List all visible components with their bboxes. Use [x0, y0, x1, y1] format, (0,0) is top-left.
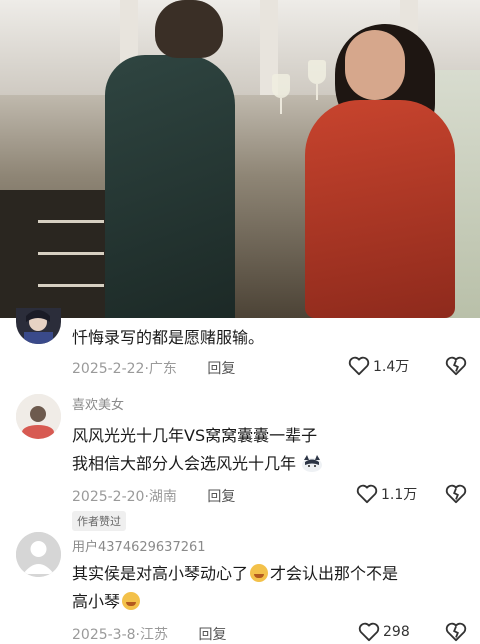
- comment-region: 江苏: [140, 627, 168, 643]
- avatar[interactable]: [16, 394, 61, 439]
- comment-text: 高小琴: [72, 592, 121, 611]
- woman-head: [345, 30, 405, 100]
- comment-text: 其实侯是对高小琴动心了: [72, 564, 249, 583]
- comment-date: 2025-2-20: [72, 489, 145, 505]
- wine-glass: [272, 74, 290, 98]
- laughing-crying-emoji-icon: [122, 592, 141, 610]
- reply-button[interactable]: 回复: [198, 627, 226, 643]
- comment-text-line: 风风光光十几年VS窝窝囊囊一辈子: [72, 426, 318, 445]
- like-button[interactable]: 298: [358, 622, 410, 642]
- broken-heart-icon[interactable]: [445, 622, 467, 642]
- comment-date: 2025-3-8: [72, 627, 136, 643]
- like-count: 1.4万: [373, 359, 410, 375]
- author-liked-badge: 作者赞过: [72, 511, 126, 531]
- comment-text-line: 高小琴: [72, 590, 472, 614]
- glass-stem: [316, 84, 318, 100]
- comment-text: 忏悔录写的都是愿赌服输。: [72, 328, 265, 347]
- reply-button[interactable]: 回复: [207, 489, 235, 505]
- comment-text-line: 我相信大部分人会选风光十几年: [72, 452, 472, 476]
- username[interactable]: 用户4374629637261: [72, 536, 206, 555]
- reply-button[interactable]: 回复: [207, 361, 235, 377]
- comment-meta: 2025-2-22·广东 回复: [72, 358, 235, 378]
- username[interactable]: 喜欢美女: [72, 394, 124, 413]
- woman-figure: [305, 100, 455, 318]
- like-button[interactable]: 1.4万: [348, 356, 409, 376]
- wine-glass: [308, 60, 326, 84]
- man-head: [155, 0, 223, 58]
- broken-heart-icon[interactable]: [445, 356, 467, 376]
- laughing-crying-emoji-icon: [250, 564, 269, 582]
- comment-region: 广东: [148, 361, 177, 377]
- avatar[interactable]: [16, 308, 61, 344]
- bookshelf: [0, 190, 110, 318]
- like-button[interactable]: 1.1万: [356, 484, 417, 504]
- dog-emoji-icon: [302, 455, 323, 472]
- heart-outline-icon: [348, 356, 370, 376]
- broken-heart-icon[interactable]: [445, 484, 467, 504]
- like-count: 1.1万: [381, 487, 418, 503]
- comment-region: 湖南: [148, 489, 177, 505]
- heart-outline-icon: [358, 622, 380, 642]
- comment-text-line: 其实侯是对高小琴动心了 才会认出那个不是: [72, 562, 472, 586]
- comment-text: 我相信大部分人会选风光十几年: [72, 454, 297, 473]
- like-count: 298: [383, 624, 410, 640]
- heart-outline-icon: [356, 484, 378, 504]
- glass-stem: [280, 98, 282, 114]
- comment-date: 2025-2-22: [72, 361, 145, 377]
- comment-meta: 2025-3-8·江苏 回复: [72, 624, 226, 644]
- video-frame[interactable]: [0, 0, 480, 318]
- man-figure: [105, 55, 235, 318]
- comment-text: 才会认出那个不是: [270, 564, 399, 583]
- avatar[interactable]: [16, 532, 61, 577]
- comment-meta: 2025-2-20·湖南 回复: [72, 486, 235, 506]
